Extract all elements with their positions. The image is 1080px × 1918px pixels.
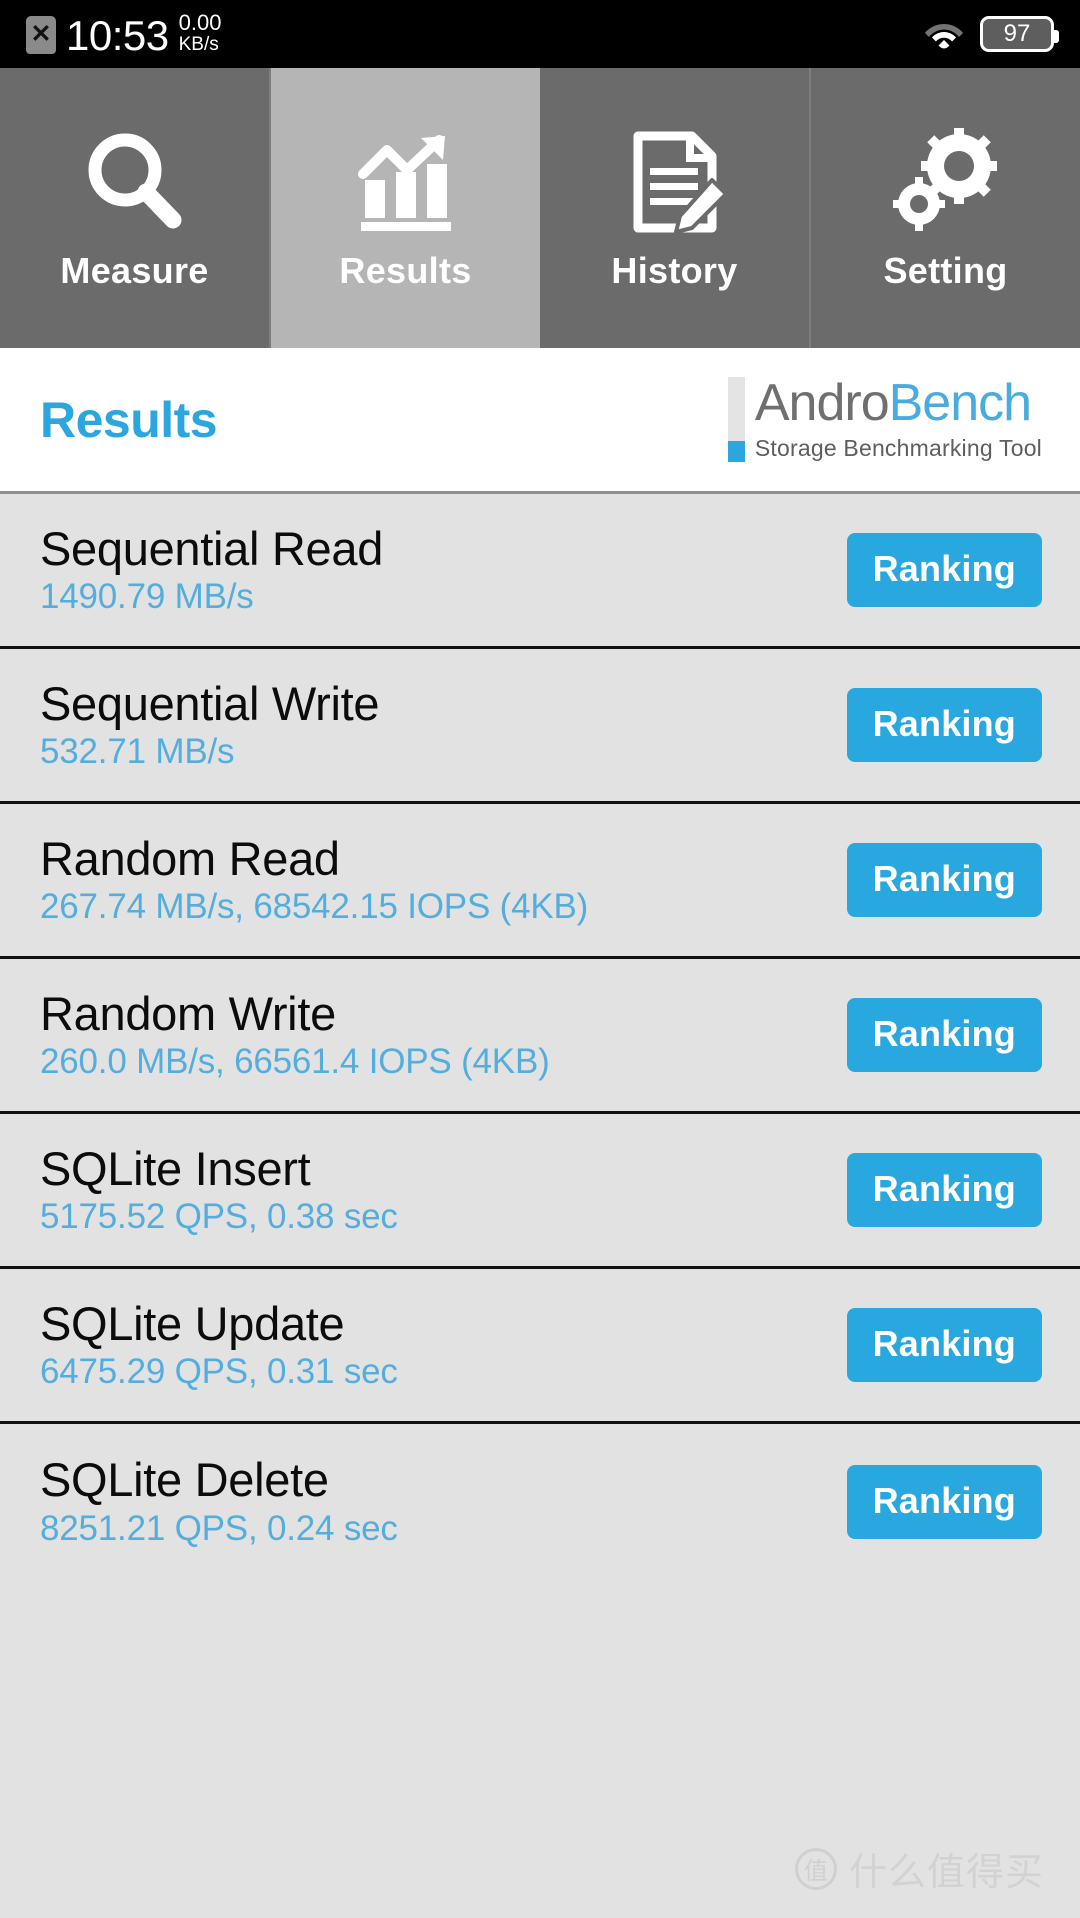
network-speed-unit: KB/s	[178, 33, 219, 55]
tab-results[interactable]: Results	[271, 68, 540, 348]
result-title: Random Read	[40, 831, 340, 885]
status-bar: ✕ 10:53 0.00 KB/s 97	[0, 0, 1080, 68]
ranking-button[interactable]: Ranking	[846, 1153, 1042, 1227]
result-texts: Random Read 267.74 MB/s, 68542.15 IOPS (…	[40, 834, 847, 926]
logo-text: AndroBench Storage Benchmarking Tool	[755, 377, 1042, 462]
logo-title-part2: Bench	[888, 374, 1032, 432]
result-value: 260.0 MB/s, 66561.4 IOPS (4KB)	[40, 1042, 550, 1082]
result-texts: SQLite Update 6475.29 QPS, 0.31 sec	[40, 1299, 847, 1391]
logo-title: AndroBench	[755, 377, 1042, 429]
table-row[interactable]: Random Read 267.74 MB/s, 68542.15 IOPS (…	[0, 804, 1080, 959]
result-value: 6475.29 QPS, 0.31 sec	[40, 1352, 398, 1392]
ranking-button[interactable]: Ranking	[846, 533, 1042, 607]
result-texts: Random Write 260.0 MB/s, 66561.4 IOPS (4…	[40, 989, 847, 1081]
result-title: Sequential Read	[40, 521, 384, 575]
battery-indicator: 97	[980, 16, 1059, 52]
status-bar-left: ✕ 10:53 0.00 KB/s	[26, 11, 221, 56]
result-texts: Sequential Write 532.71 MB/s	[40, 679, 847, 771]
tab-history-label: History	[611, 250, 738, 291]
bar-chart-arrow-icon	[351, 124, 461, 242]
tab-results-label: Results	[339, 250, 472, 291]
logo-bar-bottom	[727, 440, 745, 462]
document-pencil-icon	[620, 124, 730, 242]
tab-history[interactable]: History	[540, 68, 811, 348]
logo-bar	[727, 377, 745, 462]
app-screen: ✕ 10:53 0.00 KB/s 97 Measure Results His…	[0, 0, 1080, 1918]
logo-subtitle: Storage Benchmarking Tool	[754, 435, 1042, 461]
result-value: 8251.21 QPS, 0.24 sec	[40, 1508, 398, 1548]
wifi-icon	[924, 19, 964, 49]
result-title: SQLite Update	[40, 1296, 345, 1350]
network-speed-indicator: 0.00 KB/s	[179, 11, 222, 54]
sim-card-off-glyph: ✕	[30, 20, 52, 49]
status-bar-right: 97	[924, 16, 1059, 52]
result-title: SQLite Delete	[40, 1453, 329, 1507]
result-value: 1490.79 MB/s	[40, 577, 254, 617]
result-texts: Sequential Read 1490.79 MB/s	[40, 524, 847, 616]
watermark-logo-icon: 值	[794, 1847, 837, 1890]
ranking-button[interactable]: Ranking	[846, 1308, 1042, 1382]
logo-bar-top	[727, 377, 745, 441]
tab-setting[interactable]: Setting	[811, 68, 1080, 348]
result-title: Random Write	[40, 986, 336, 1040]
table-row[interactable]: Sequential Read 1490.79 MB/s Ranking	[0, 494, 1080, 649]
gears-icon	[891, 124, 1001, 242]
results-list: Sequential Read 1490.79 MB/s Ranking Seq…	[0, 494, 1080, 1579]
page-title: Results	[40, 391, 218, 448]
app-logo: AndroBench Storage Benchmarking Tool	[727, 377, 1042, 462]
result-texts: SQLite Delete 8251.21 QPS, 0.24 sec	[40, 1455, 847, 1547]
magnifier-icon	[80, 124, 190, 242]
tab-measure[interactable]: Measure	[0, 68, 271, 348]
page-header: Results AndroBench Storage Benchmarking …	[0, 348, 1080, 494]
status-bar-clock: 10:53	[66, 11, 169, 59]
ranking-button[interactable]: Ranking	[846, 843, 1042, 917]
result-value: 267.74 MB/s, 68542.15 IOPS (4KB)	[40, 887, 589, 927]
tab-setting-label: Setting	[883, 250, 1008, 291]
main-tab-bar: Measure Results History Setting	[0, 68, 1080, 348]
table-row[interactable]: SQLite Delete 8251.21 QPS, 0.24 sec Rank…	[0, 1424, 1080, 1579]
result-texts: SQLite Insert 5175.52 QPS, 0.38 sec	[40, 1144, 847, 1236]
logo-title-part1: Andro	[754, 374, 890, 432]
battery-level-label: 97	[1003, 20, 1031, 47]
table-row[interactable]: SQLite Insert 5175.52 QPS, 0.38 sec Rank…	[0, 1114, 1080, 1269]
sim-card-off-icon: ✕	[26, 15, 56, 54]
table-row[interactable]: SQLite Update 6475.29 QPS, 0.31 sec Rank…	[0, 1269, 1080, 1424]
ranking-button[interactable]: Ranking	[846, 688, 1042, 762]
table-row[interactable]: Sequential Write 532.71 MB/s Ranking	[0, 649, 1080, 804]
result-value: 532.71 MB/s	[40, 732, 235, 772]
ranking-button[interactable]: Ranking	[846, 998, 1042, 1072]
result-title: Sequential Write	[40, 676, 380, 730]
table-row[interactable]: Random Write 260.0 MB/s, 66561.4 IOPS (4…	[0, 959, 1080, 1114]
result-title: SQLite Insert	[40, 1141, 311, 1195]
watermark: 值 什么值得买	[794, 1841, 1044, 1896]
network-speed-value: 0.00	[178, 10, 222, 36]
tab-measure-label: Measure	[60, 250, 209, 291]
result-value: 5175.52 QPS, 0.38 sec	[40, 1197, 398, 1237]
ranking-button[interactable]: Ranking	[846, 1464, 1042, 1539]
watermark-text: 什么值得买	[848, 1850, 1044, 1894]
